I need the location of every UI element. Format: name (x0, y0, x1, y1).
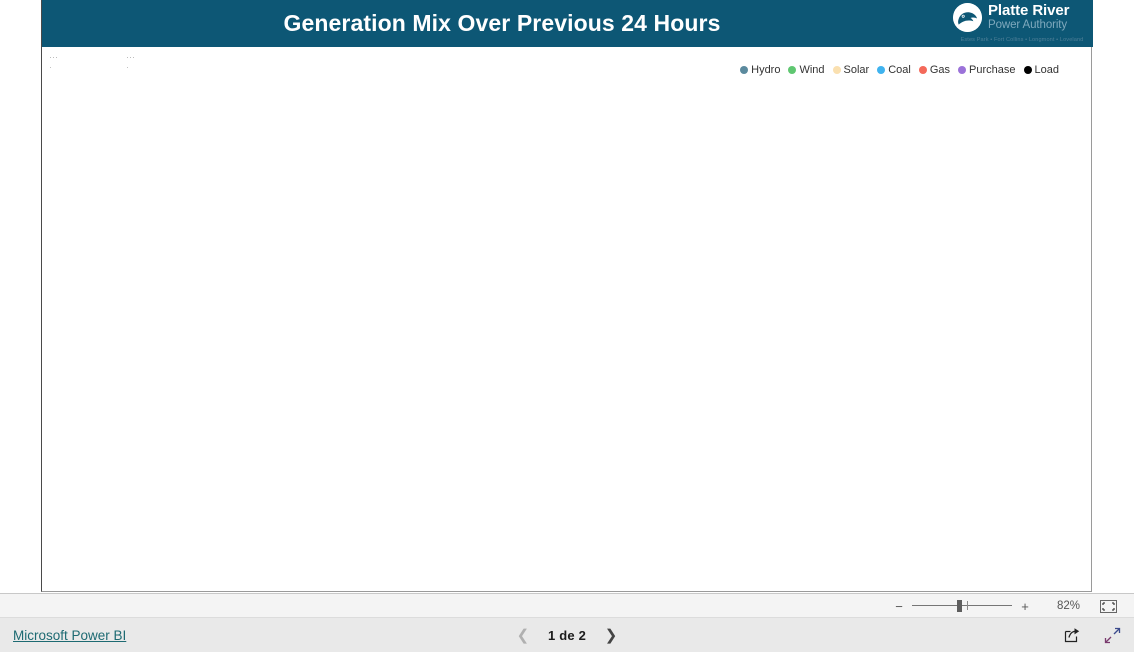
chart-loading-placeholder: ⋯ · ⋯ · (49, 52, 135, 72)
logo-tagline: Estes Park • Fort Collins • Longmont • L… (960, 37, 1084, 43)
fullscreen-button[interactable] (1102, 625, 1122, 645)
legend-label-purchase: Purchase (969, 64, 1016, 76)
legend-dot-coal (877, 66, 886, 74)
zoom-status-bar: − + 82% (0, 593, 1134, 618)
zoom-controls: − + 82% (890, 594, 1120, 618)
page-indicator-label: 1 de 2 (547, 627, 587, 643)
legend-item-load[interactable]: Load (1023, 64, 1059, 76)
report-footer-bar: Microsoft Power BI ❮ 1 de 2 ❯ (0, 618, 1134, 652)
legend-item-solar[interactable]: Solar (832, 64, 870, 76)
fullscreen-icon (1104, 627, 1120, 643)
footer-actions (1062, 618, 1122, 652)
zoom-slider[interactable] (912, 597, 1012, 615)
legend-label-wind: Wind (799, 64, 825, 76)
platte-river-circle-logo-icon (953, 3, 982, 32)
zoom-out-button[interactable]: − (890, 597, 908, 615)
chevron-left-icon[interactable]: ❮ (514, 626, 532, 644)
report-header-banner: Generation Mix Over Previous 24 Hours Pl… (42, 0, 1093, 47)
zoom-slider-tick (967, 601, 968, 610)
power-bi-report-viewer: Generation Mix Over Previous 24 Hours Pl… (0, 0, 1134, 652)
logo-subtitle: Power Authority (988, 19, 1068, 31)
legend-item-coal[interactable]: Coal (877, 64, 911, 76)
legend-dot-wind (788, 66, 797, 74)
legend-dot-gas (918, 66, 927, 74)
zoom-in-button[interactable]: + (1016, 597, 1034, 615)
share-button[interactable] (1062, 625, 1082, 645)
share-icon (1064, 628, 1079, 643)
legend-dot-load (1023, 66, 1032, 74)
fit-to-page-icon (1099, 599, 1117, 613)
chevron-right-icon[interactable]: ❯ (602, 626, 620, 644)
logo-name: Platte River (988, 2, 1070, 19)
legend-label-gas: Gas (929, 64, 951, 76)
legend-label-solar: Solar (843, 64, 870, 76)
generation-mix-chart-visual[interactable]: Hydro Wind Solar Coal Gas Purchase Load … (44, 47, 1091, 590)
zoom-percent-label: 82% (1056, 600, 1080, 612)
report-page: Generation Mix Over Previous 24 Hours Pl… (41, 0, 1093, 592)
platte-river-logo: Platte River Power Authority Estes Park … (953, 2, 1089, 46)
chart-legend: Hydro Wind Solar Coal Gas Purchase Load (740, 64, 1059, 76)
legend-item-purchase[interactable]: Purchase (958, 64, 1016, 76)
zoom-slider-thumb[interactable] (957, 600, 962, 612)
legend-dot-purchase (958, 66, 967, 74)
legend-label-coal: Coal (888, 64, 911, 76)
page-navigation: ❮ 1 de 2 ❯ (0, 618, 1134, 652)
legend-dot-solar (832, 66, 841, 74)
legend-item-hydro[interactable]: Hydro (740, 64, 780, 76)
legend-item-wind[interactable]: Wind (788, 64, 825, 76)
legend-item-gas[interactable]: Gas (918, 64, 951, 76)
page-title: Generation Mix Over Previous 24 Hours (283, 10, 721, 36)
report-canvas-area: Generation Mix Over Previous 24 Hours Pl… (0, 0, 1134, 593)
legend-label-hydro: Hydro (751, 64, 781, 76)
legend-dot-hydro (740, 66, 749, 74)
legend-label-load: Load (1034, 64, 1059, 76)
fit-to-page-button[interactable] (1096, 597, 1120, 615)
zoom-slider-track (912, 605, 1012, 606)
